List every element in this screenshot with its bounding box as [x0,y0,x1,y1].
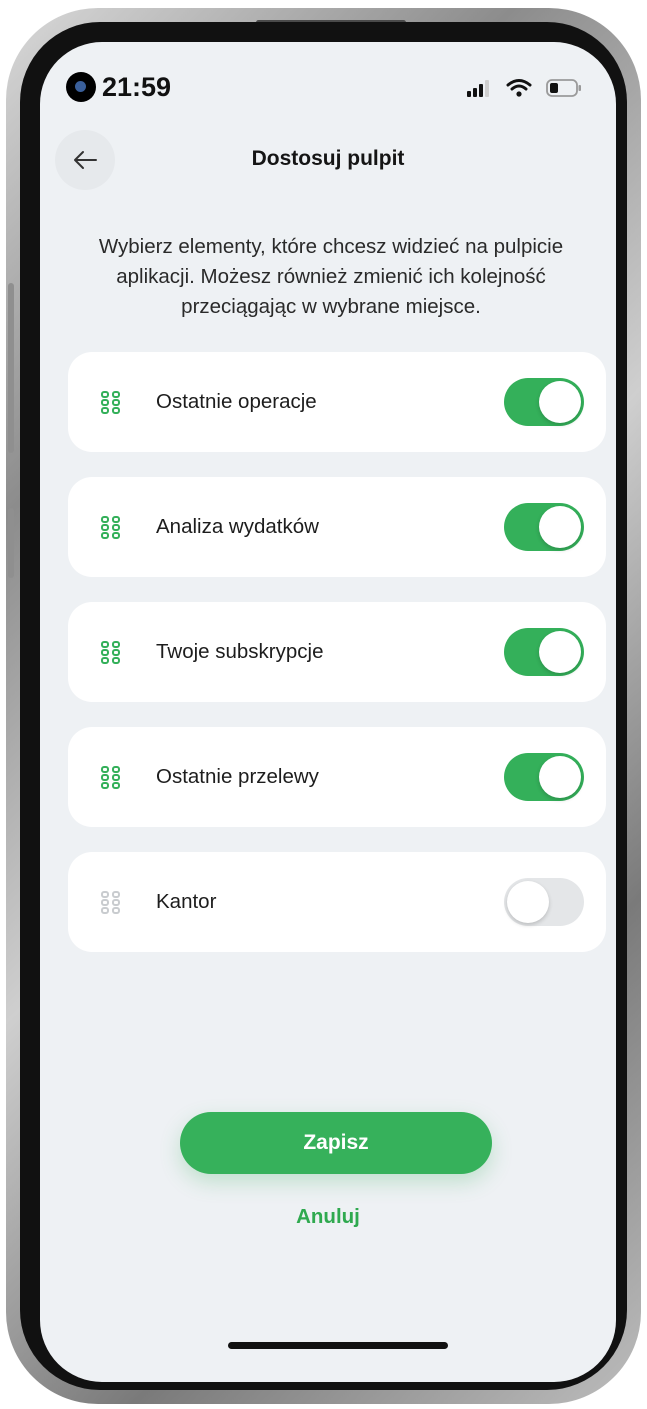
cancel-link[interactable]: Anuluj [40,1205,616,1229]
device-mockup: 21:59 Dostosuj pulpit Wybierz elementy, … [0,0,647,1409]
toggle-switch[interactable] [504,503,584,551]
toggle-knob [539,631,581,673]
list-item[interactable]: Ostatnie przelewy [68,727,606,827]
item-label: Analiza wydatków [156,515,319,538]
toggle-knob [539,506,581,548]
list-item[interactable]: Kantor [68,852,606,952]
toggle-switch[interactable] [504,878,584,926]
item-label: Ostatnie przelewy [156,765,319,788]
status-time: 21:59 [102,72,172,102]
item-label: Twoje subskrypcje [156,640,324,663]
toggle-knob [507,881,549,923]
list-item[interactable]: Twoje subskrypcje [68,602,606,702]
drag-handle-icon[interactable] [100,390,122,415]
toggle-switch[interactable] [504,628,584,676]
toggle-switch[interactable] [504,753,584,801]
wifi-icon [506,79,532,97]
toggle-knob [539,756,581,798]
drag-handle-icon[interactable] [100,640,122,665]
side-button [8,508,14,578]
drag-handle-icon[interactable] [100,890,122,915]
list-item[interactable]: Ostatnie operacje [68,352,606,452]
battery-icon [546,79,581,97]
list-item[interactable]: Analiza wydatków [68,477,606,577]
side-button [8,283,14,453]
drag-handle-icon[interactable] [100,765,122,790]
dashboard-items-list: Ostatnie operacje Analiza wydatków Twoje… [68,352,606,977]
toggle-knob [539,381,581,423]
item-label: Ostatnie operacje [156,390,317,413]
toggle-switch[interactable] [504,378,584,426]
app-screen: 21:59 Dostosuj pulpit Wybierz elementy, … [40,42,616,1382]
page-title: Dostosuj pulpit [251,147,405,170]
status-icons [466,78,582,98]
home-indicator [228,1342,448,1349]
status-bar: 21:59 [40,42,616,132]
save-button[interactable]: Zapisz [180,1112,492,1174]
item-label: Kantor [156,890,217,913]
signal-icon [467,80,489,97]
drag-handle-icon[interactable] [100,515,122,540]
instructions-text: Wybierz elementy, które chcesz widzieć n… [98,235,564,318]
camera-icon [66,72,96,102]
